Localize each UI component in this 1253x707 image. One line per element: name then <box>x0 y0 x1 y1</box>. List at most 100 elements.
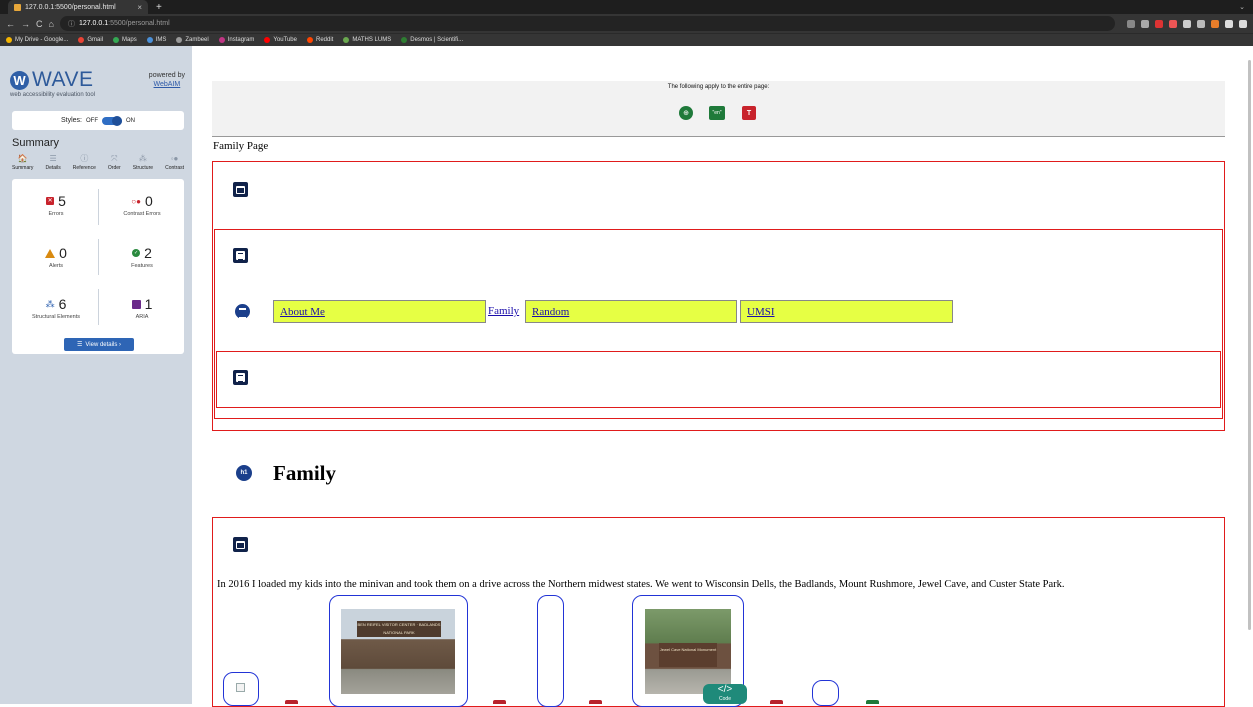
site-info-icon[interactable]: ⓘ <box>68 19 75 29</box>
nav-link-about-me[interactable]: About Me <box>273 300 486 323</box>
wave-tab-label: Summary <box>12 165 33 171</box>
forward-button[interactable]: → <box>21 19 30 29</box>
webaim-link[interactable]: WebAIM <box>149 80 185 89</box>
new-tab-button[interactable]: + <box>156 2 162 13</box>
browser-tab[interactable]: 127.0.0.1:5500/personal.html × <box>8 0 148 14</box>
tab-search-chevron-icon[interactable]: ⌄ <box>1239 3 1245 11</box>
list-icon: ☰ <box>77 341 82 348</box>
powered-by: powered by WebAIM <box>149 71 185 89</box>
extension-icon[interactable] <box>1169 20 1177 28</box>
stat-divider <box>98 289 99 325</box>
scrollbar-thumb[interactable] <box>1248 60 1251 630</box>
bookmark-favicon-icon <box>219 37 225 43</box>
bookmark-favicon-icon <box>401 37 407 43</box>
bookmark-label: Instagram <box>228 37 255 43</box>
wave-tab-reference[interactable]: ⓘReference <box>73 154 96 176</box>
bookmark-item[interactable]: Gmail <box>78 37 103 43</box>
bookmark-label: Zambeel <box>185 37 208 43</box>
order-icon: ⤧ <box>111 154 117 163</box>
error-marker-icon[interactable] <box>770 700 783 704</box>
wave-sidebar: W WAVE web accessibility evaluation tool… <box>0 46 192 704</box>
h1-heading-icon[interactable]: h1 <box>236 465 252 481</box>
error-marker-icon[interactable] <box>589 700 602 704</box>
bookmark-favicon-icon <box>113 37 119 43</box>
nav-link-family[interactable]: Family <box>488 305 519 317</box>
styles-on-label: ON <box>126 118 135 124</box>
wave-tab-label: Contrast <box>165 165 184 171</box>
error-marker-icon[interactable] <box>493 700 506 704</box>
extension-icon[interactable] <box>1183 20 1191 28</box>
bookmark-item[interactable]: Reddit <box>307 37 333 43</box>
image-outline <box>537 595 564 707</box>
page-scrollbar[interactable] <box>1246 60 1253 630</box>
feature-marker-icon[interactable] <box>866 700 879 704</box>
powered-by-label: powered by <box>149 71 185 80</box>
code-toggle-button[interactable]: </> Code <box>703 684 747 704</box>
reload-button[interactable]: C <box>36 19 43 29</box>
bookmark-label: YouTube <box>273 37 297 43</box>
home-button[interactable]: ⌂ <box>49 19 54 29</box>
back-button[interactable]: ← <box>6 19 15 29</box>
errors-label: Errors <box>16 211 96 217</box>
language-globe-icon[interactable]: ⊕ <box>679 106 693 120</box>
tab-close-icon[interactable]: × <box>137 3 142 12</box>
unordered-list-icon[interactable] <box>235 304 250 319</box>
styles-toggle-row: Styles: OFF ON <box>12 111 184 130</box>
aria-stat[interactable]: 1 ARIA <box>102 296 182 320</box>
bookmark-item[interactable]: Zambeel <box>176 37 208 43</box>
sidepanel-icon[interactable] <box>1239 20 1247 28</box>
extension-icon[interactable] <box>1155 20 1163 28</box>
bookmark-item[interactable]: Desmos | Scientifi... <box>401 37 463 43</box>
view-details-button[interactable]: ☰ View details › <box>64 338 134 351</box>
wave-tab-structure[interactable]: ⁂Structure <box>133 154 153 176</box>
region-landmark-icon[interactable] <box>233 370 248 385</box>
nav-link-random[interactable]: Random <box>525 300 737 323</box>
wave-tab-summary[interactable]: 🏠Summary <box>12 154 33 176</box>
wave-header: W WAVE web accessibility evaluation tool… <box>10 68 185 108</box>
errors-stat[interactable]: ✕5 Errors <box>16 193 96 217</box>
bookmark-item[interactable]: Instagram <box>219 37 255 43</box>
wave-tab-contrast[interactable]: ◦●Contrast <box>165 154 184 176</box>
nav-link-umsi[interactable]: UMSI <box>740 300 953 323</box>
main-landmark-icon[interactable] <box>233 537 248 552</box>
error-marker-icon[interactable] <box>285 700 298 704</box>
broken-image-icon <box>236 683 245 692</box>
image-outline <box>812 680 839 706</box>
page-title-icon[interactable]: T <box>742 106 756 120</box>
bookmark-icon[interactable] <box>1197 20 1205 28</box>
tab-title: 127.0.0.1:5500/personal.html <box>25 4 116 11</box>
section-region-outline <box>216 351 1221 408</box>
bookmark-item[interactable]: My Drive - Google... <box>6 37 68 43</box>
features-stat[interactable]: ✓2 Features <box>102 245 182 269</box>
features-count: 2 <box>144 245 152 261</box>
styles-toggle[interactable] <box>102 117 122 125</box>
browser-tab-bar: 127.0.0.1:5500/personal.html × + ⌄ <box>0 0 1253 14</box>
bookmark-item[interactable]: YouTube <box>264 37 297 43</box>
bookmark-favicon-icon <box>264 37 270 43</box>
contrast-errors-stat[interactable]: ○●0 Contrast Errors <box>102 193 182 217</box>
alerts-stat[interactable]: 0 Alerts <box>16 245 96 269</box>
wave-logo[interactable]: W WAVE <box>10 68 94 92</box>
wave-panel-tabs: 🏠Summary ☰Details ⓘReference ⤧Order ⁂Structu… <box>12 154 184 176</box>
bookmark-favicon-icon <box>6 37 12 43</box>
puzzle-icon[interactable] <box>1225 20 1233 28</box>
language-en-icon[interactable]: "en" <box>709 106 725 120</box>
bookmark-favicon-icon <box>307 37 313 43</box>
bookmark-item[interactable]: IMS <box>147 37 167 43</box>
url-field[interactable]: ⓘ 127.0.0.1 :5500/personal.html <box>60 16 1115 31</box>
bookmark-item[interactable]: Maps <box>113 37 137 43</box>
page-applies-text: The following apply to the entire page: <box>212 84 1225 90</box>
navigation-landmark-icon[interactable] <box>233 248 248 263</box>
extensions-toolbar: ⋮ <box>1127 20 1253 28</box>
wave-tab-order[interactable]: ⤧Order <box>108 154 121 176</box>
header-landmark-icon[interactable] <box>233 182 248 197</box>
bookmark-favicon-icon <box>78 37 84 43</box>
structural-stat[interactable]: ⁂6 Structural Elements <box>16 296 96 320</box>
wave-tab-details[interactable]: ☰Details <box>45 154 60 176</box>
star-icon[interactable] <box>1141 20 1149 28</box>
bookmark-label: Maps <box>122 37 137 43</box>
extension-icon[interactable] <box>1211 20 1219 28</box>
share-icon[interactable] <box>1127 20 1135 28</box>
bookmark-favicon-icon <box>147 37 153 43</box>
bookmark-item[interactable]: MATHS LUMS <box>343 37 391 43</box>
